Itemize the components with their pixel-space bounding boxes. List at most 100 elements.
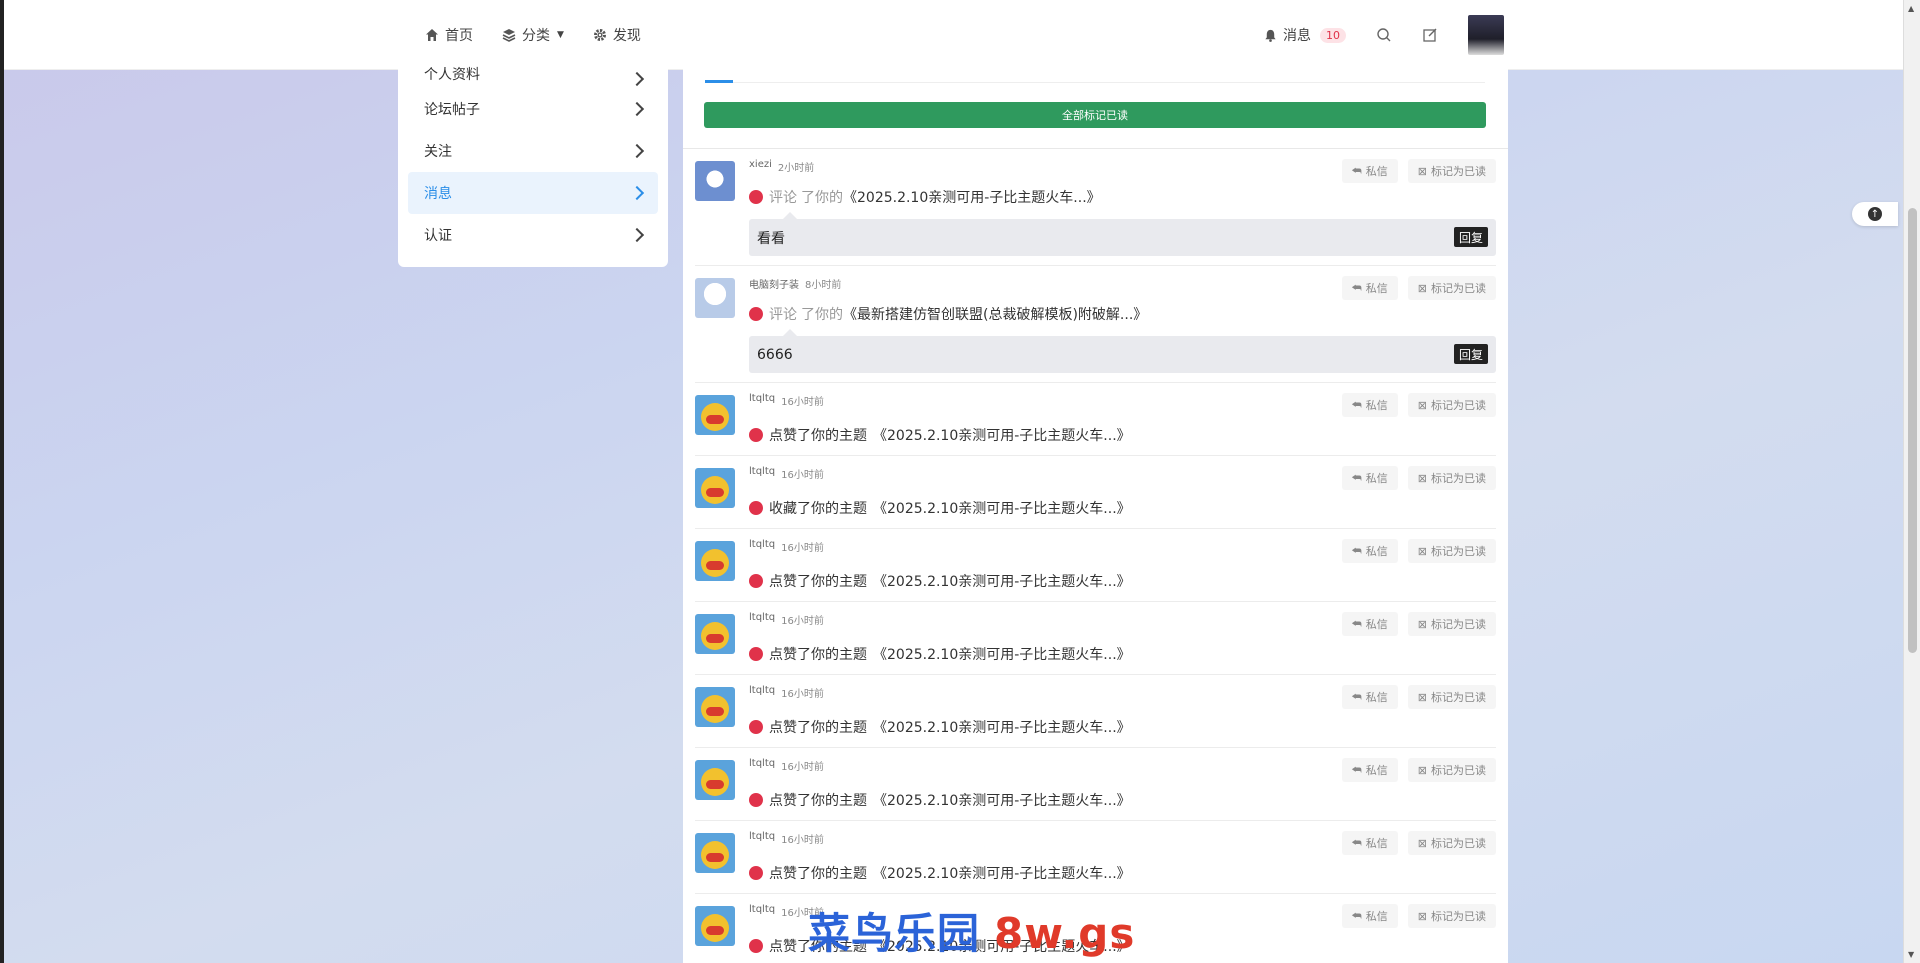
post-link[interactable]: 《2025.2.10亲测可用-子比主题火车...》 (873, 790, 1131, 810)
sidebar-item-messages[interactable]: 消息 (408, 172, 658, 214)
mark-read-button[interactable]: ⊠ 标记为已读 (1407, 612, 1496, 636)
chevron-right-icon (629, 71, 645, 87)
private-message-button[interactable]: ⮪ 私信 (1341, 159, 1398, 183)
checkbox-icon: ⊠ (1417, 764, 1427, 777)
avatar[interactable] (695, 614, 735, 654)
mark-read-button[interactable]: ⊠ 标记为已读 (1407, 393, 1496, 417)
comment-text: 6666 (757, 346, 793, 363)
notif-username[interactable]: ltqltq (749, 685, 775, 700)
private-message-button[interactable]: ⮪ 私信 (1341, 276, 1398, 300)
list-item: ltqltq 16小时前 ⮪ 私信 ⊠ 标记为已读 点赞了你的主题 《2025.2.… (695, 602, 1496, 675)
comment-box: 6666 回复 (749, 329, 1496, 373)
reply-button[interactable]: 回复 (1453, 344, 1488, 364)
scroll-up-icon[interactable]: ▲ (1908, 4, 1914, 13)
chevron-right-icon (629, 143, 645, 159)
avatar[interactable] (695, 906, 735, 946)
site-watermark: 菜鸟乐园 8w.gs (808, 909, 1136, 958)
sidebar-item-label: 认证 (424, 228, 452, 244)
mark-read-button[interactable]: ⊠ 标记为已读 (1407, 539, 1496, 563)
mark-read-button[interactable]: ⊠ 标记为已读 (1407, 276, 1496, 300)
notif-time: 8小时前 (805, 280, 842, 291)
avatar[interactable] (695, 278, 735, 318)
home-icon (424, 27, 440, 43)
notif-username[interactable]: ltqltq (749, 466, 775, 481)
mark-read-button[interactable]: ⊠ 标记为已读 (1407, 466, 1496, 490)
nav-home-label: 首页 (445, 28, 473, 44)
private-message-button[interactable]: ⮪ 私信 (1341, 758, 1398, 782)
sidebar-item-forum-posts[interactable]: 论坛帖子 (408, 88, 658, 130)
list-item: ltqltq 16小时前 ⮪ 私信 ⊠ 标记为已读 点赞了你的主题 《2025.2.… (695, 821, 1496, 894)
post-link[interactable]: 《2025.2.10亲测可用-子比主题火车...》 (873, 498, 1131, 518)
sidebar-item-follow[interactable]: 关注 (408, 130, 658, 172)
edit-icon[interactable] (1422, 27, 1438, 43)
private-message-button[interactable]: ⮪ 私信 (1341, 831, 1398, 855)
private-message-button[interactable]: ⮪ 私信 (1341, 685, 1398, 709)
notif-username[interactable]: ltqltq (749, 612, 775, 627)
avatar[interactable] (695, 833, 735, 873)
avatar[interactable] (695, 468, 735, 508)
post-link[interactable]: 《2025.2.10亲测可用-子比主题火车...》 (873, 571, 1131, 591)
private-message-button[interactable]: ⮪ 私信 (1341, 612, 1398, 636)
user-sidebar: 个人资料 论坛帖子 关注 消息 认证 (398, 58, 668, 267)
mark-all-read-button[interactable]: 全部标记已读 (704, 102, 1486, 128)
notif-username[interactable]: ltqltq (749, 393, 775, 408)
notif-time: 2小时前 (777, 163, 815, 174)
sidebar-item-profile[interactable]: 个人资料 (408, 60, 658, 88)
checkbox-icon: ⊠ (1417, 472, 1427, 485)
window-edge (0, 0, 4, 963)
notif-username[interactable]: ltqltq (749, 904, 775, 919)
unread-dot (749, 866, 763, 880)
messages-panel: 全部标记已读 xiezi 2小时前 ⮪ 私信 ⊠ 标记为已读 评论 了你的 《202… (683, 58, 1508, 963)
private-message-button[interactable]: ⮪ 私信 (1341, 539, 1398, 563)
avatar[interactable] (695, 760, 735, 800)
scroll-top-button[interactable]: ↑ (1852, 202, 1898, 226)
scroll-down-icon[interactable]: ▼ (1908, 950, 1914, 959)
post-link[interactable]: 《2025.2.10亲测可用-子比主题火车...》 (873, 863, 1131, 883)
post-link[interactable]: 《最新搭建仿智创联盟(总裁破解模板)附破解...》 (843, 304, 1147, 324)
notif-username[interactable]: 电脑刻子装 (749, 276, 799, 291)
notif-username[interactable]: ltqltq (749, 758, 775, 773)
avatar[interactable] (695, 687, 735, 727)
notif-username[interactable]: ltqltq (749, 539, 775, 554)
avatar[interactable] (695, 161, 735, 201)
notif-text: 点赞了你的主题 (769, 647, 867, 663)
mark-read-button[interactable]: ⊠ 标记为已读 (1407, 159, 1496, 183)
sidebar-item-verification[interactable]: 认证 (408, 214, 658, 256)
reply-button[interactable]: 回复 (1453, 227, 1488, 247)
nav-messages[interactable]: 消息 10 (1262, 25, 1346, 45)
avatar[interactable] (695, 395, 735, 435)
sidebar-item-label: 个人资料 (424, 67, 480, 83)
mark-read-button[interactable]: ⊠ 标记为已读 (1407, 904, 1496, 928)
user-avatar[interactable] (1468, 15, 1504, 55)
post-link[interactable]: 《2025.2.10亲测可用-子比主题火车...》 (843, 187, 1101, 207)
post-link[interactable]: 《2025.2.10亲测可用-子比主题火车...》 (873, 644, 1131, 664)
post-link[interactable]: 《2025.2.10亲测可用-子比主题火车...》 (873, 717, 1131, 737)
private-message-button[interactable]: ⮪ 私信 (1341, 466, 1398, 490)
notif-text: 点赞了你的主题 (769, 866, 867, 882)
mark-read-button[interactable]: ⊠ 标记为已读 (1407, 831, 1496, 855)
scrollbar-thumb[interactable] (1908, 208, 1917, 653)
nav-category-label: 分类 (522, 28, 550, 44)
notif-verb: 评论 (769, 190, 797, 206)
unread-dot (749, 307, 763, 321)
notif-username[interactable]: ltqltq (749, 831, 775, 846)
private-message-button[interactable]: ⮪ 私信 (1341, 393, 1398, 417)
nav-discover[interactable]: 发现 (592, 25, 641, 45)
notif-time: 16小时前 (781, 689, 824, 700)
sidebar-item-label: 论坛帖子 (424, 102, 480, 118)
messages-count-badge: 10 (1320, 27, 1346, 43)
notif-time: 16小时前 (781, 470, 824, 481)
notif-time: 16小时前 (781, 397, 824, 408)
notif-verb: 评论 (769, 307, 797, 323)
avatar[interactable] (695, 541, 735, 581)
notif-username[interactable]: xiezi (749, 159, 772, 174)
unread-dot (749, 501, 763, 515)
nav-home[interactable]: 首页 (424, 25, 473, 45)
nav-category[interactable]: 分类 ▼ (501, 25, 564, 45)
post-link[interactable]: 《2025.2.10亲测可用-子比主题火车...》 (873, 425, 1131, 445)
mark-read-button[interactable]: ⊠ 标记为已读 (1407, 685, 1496, 709)
search-icon[interactable] (1376, 27, 1392, 43)
private-message-button[interactable]: ⮪ 私信 (1341, 904, 1398, 928)
page-scrollbar[interactable]: ▲ ▼ (1903, 0, 1920, 963)
mark-read-button[interactable]: ⊠ 标记为已读 (1407, 758, 1496, 782)
